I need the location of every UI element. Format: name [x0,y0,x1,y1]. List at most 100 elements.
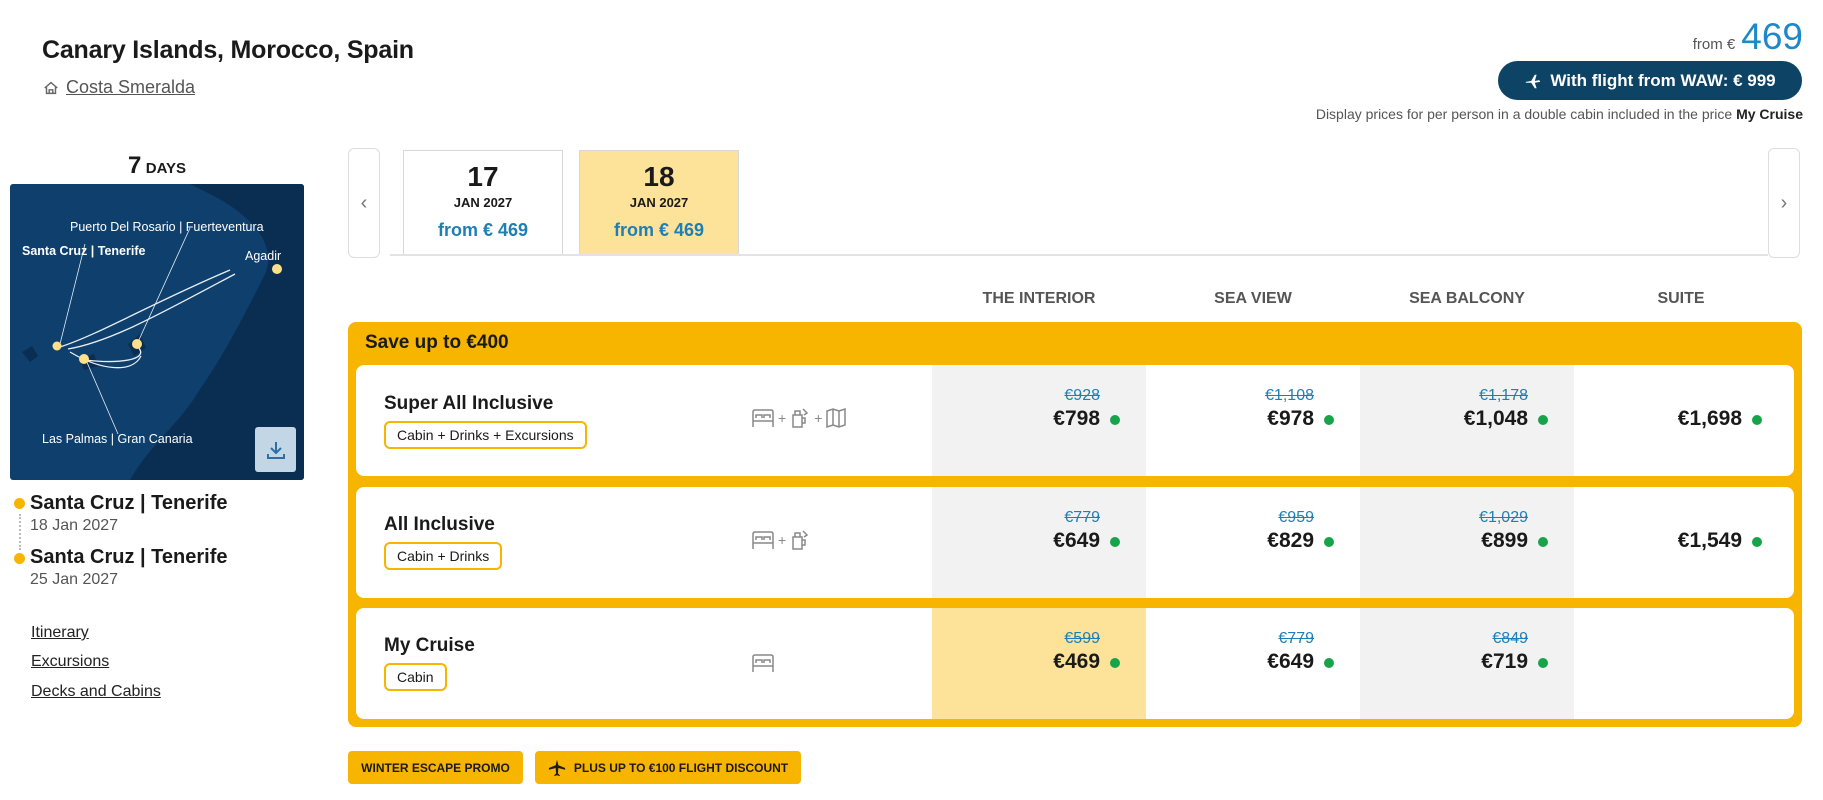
chevron-right-icon: › [1780,191,1788,214]
package-icons [751,652,775,674]
flight-option-label: With flight from WAW: € 999 [1550,70,1776,90]
end-port-dot [14,553,25,564]
map-label-gran-canaria: Las Palmas | Gran Canaria [42,432,193,446]
current-price: €829 [1267,529,1314,552]
package-name: My Cruise [384,635,475,656]
price-cell[interactable]: €779 €649 [1146,608,1360,719]
end-port-date: 25 Jan 2027 [30,571,119,588]
availability-dot [1110,415,1120,425]
map-download-button[interactable] [255,427,296,472]
chevron-left-icon: ‹ [360,191,368,214]
date-day: 17 [467,161,499,192]
availability-dot [1324,537,1334,547]
price-cell[interactable]: €1,108 €978 [1146,365,1360,476]
dates-next-button[interactable]: › [1768,148,1800,258]
price-cell-empty [1574,608,1788,719]
days-count: 7 [127,152,142,179]
old-price: €1,108 [1265,387,1314,404]
package-row-my-cruise: My Cruise Cabin €599 €469 €779 €649 €849… [356,608,1794,719]
itinerary-link[interactable]: Itinerary [31,624,89,642]
end-port: Santa Cruz | Tenerife 25 Jan 2027 [30,546,228,589]
current-price: €719 [1481,650,1528,673]
start-port-dot [14,498,25,509]
end-port-name: Santa Cruz | Tenerife [30,546,228,568]
duration: 7 DAYS [10,152,304,180]
package-icons: + [751,529,811,551]
price-disclaimer: Display prices for per person in a doubl… [1316,106,1803,122]
package-name: All Inclusive [384,514,495,535]
plus-sign: + [814,410,823,426]
price-cell[interactable]: €928 €798 [932,365,1146,476]
price-cell[interactable]: €959 €829 [1146,487,1360,598]
chip-label: PLUS UP TO €100 FLIGHT DISCOUNT [573,760,789,775]
price-cell[interactable]: €1,029 €899 [1360,487,1574,598]
disclaimer-package: My Cruise [1736,106,1803,122]
bed-icon [752,531,774,549]
ship-link[interactable]: Costa Smeralda [42,77,195,98]
old-price: €849 [1492,630,1528,647]
availability-dot [1324,658,1334,668]
current-price: €798 [1053,407,1100,430]
ship-home-icon [44,81,58,94]
price-cell[interactable]: €849 €719 [1360,608,1574,719]
excursions-link[interactable]: Excursions [31,653,109,671]
price-cell-selected[interactable]: €599 €469 [932,608,1146,719]
start-port: Santa Cruz | Tenerife 18 Jan 2027 [30,492,228,535]
package-icons: + + [751,407,847,429]
package-badge: Cabin + Drinks [384,542,503,570]
disclaimer-text: Display prices for per person in a doubl… [1315,106,1733,122]
current-price: €1,048 [1463,407,1528,430]
old-price: €779 [1064,509,1100,526]
dates-prev-button[interactable]: ‹ [348,148,380,258]
from-price: from € 469 [1693,16,1803,58]
cruise-title: Canary Islands, Morocco, Spain [42,36,414,64]
column-sea-view: SEA VIEW [1214,290,1292,307]
availability-dot [1324,415,1334,425]
flight-discount-chip[interactable]: PLUS UP TO €100 FLIGHT DISCOUNT [535,751,801,784]
map-label-tenerife: Santa Cruz | Tenerife [22,244,146,258]
route-line [19,514,21,550]
bed-icon [752,409,774,427]
date-month: JAN 2027 [629,195,689,210]
price-cell[interactable]: €1,698 [1574,365,1788,476]
availability-dot [1752,537,1762,547]
map-label-agadir: Agadir [245,249,282,263]
old-price: €928 [1064,387,1100,404]
price-cell[interactable]: €1,178 €1,048 [1360,365,1574,476]
availability-dot [1110,658,1120,668]
winter-escape-promo-chip[interactable]: WINTER ESCAPE PROMO [348,751,523,784]
flight-option-button[interactable]: With flight from WAW: € 999 [1498,61,1802,100]
current-price: €469 [1053,650,1100,673]
price-cell[interactable]: €779 €649 [932,487,1146,598]
price-cell[interactable]: €1,549 [1574,487,1788,598]
itinerary-map[interactable]: Puerto Del Rosario | Fuerteventura Santa… [10,184,304,480]
plus-sign: + [778,532,787,548]
start-port-name: Santa Cruz | Tenerife [30,492,228,514]
date-price: from € 469 [613,220,705,240]
old-price: €599 [1064,630,1100,647]
date-tab-18[interactable]: 18 JAN 2027 from € 469 [579,150,739,254]
current-price: €899 [1481,529,1528,552]
old-price: €959 [1278,509,1314,526]
column-interior: THE INTERIOR [982,290,1096,307]
days-unit: DAYS [145,160,187,177]
chip-label: WINTER ESCAPE PROMO [361,760,510,775]
date-price: from € 469 [437,220,529,240]
package-row-all-inclusive: All Inclusive Cabin + Drinks + €779 €649… [356,487,1794,598]
package-row-super-all-inclusive: Super All Inclusive Cabin + Drinks + Exc… [356,365,1794,476]
from-price-label: from € [1692,36,1736,53]
current-price: €1,698 [1677,407,1742,430]
bed-icon [752,654,774,672]
availability-dot [1752,415,1762,425]
old-price: €1,029 [1479,509,1528,526]
promo-title: Save up to €400 [365,332,509,353]
airplane-icon [1526,74,1541,88]
map-icon [826,407,847,429]
date-tab-17[interactable]: 17 JAN 2027 from € 469 [403,150,563,254]
decks-cabins-link[interactable]: Decks and Cabins [31,683,161,701]
drink-icon [792,408,809,428]
start-port-date: 18 Jan 2027 [30,517,119,534]
availability-dot [1538,658,1548,668]
old-price: €779 [1278,630,1314,647]
airplane-icon [548,759,565,776]
